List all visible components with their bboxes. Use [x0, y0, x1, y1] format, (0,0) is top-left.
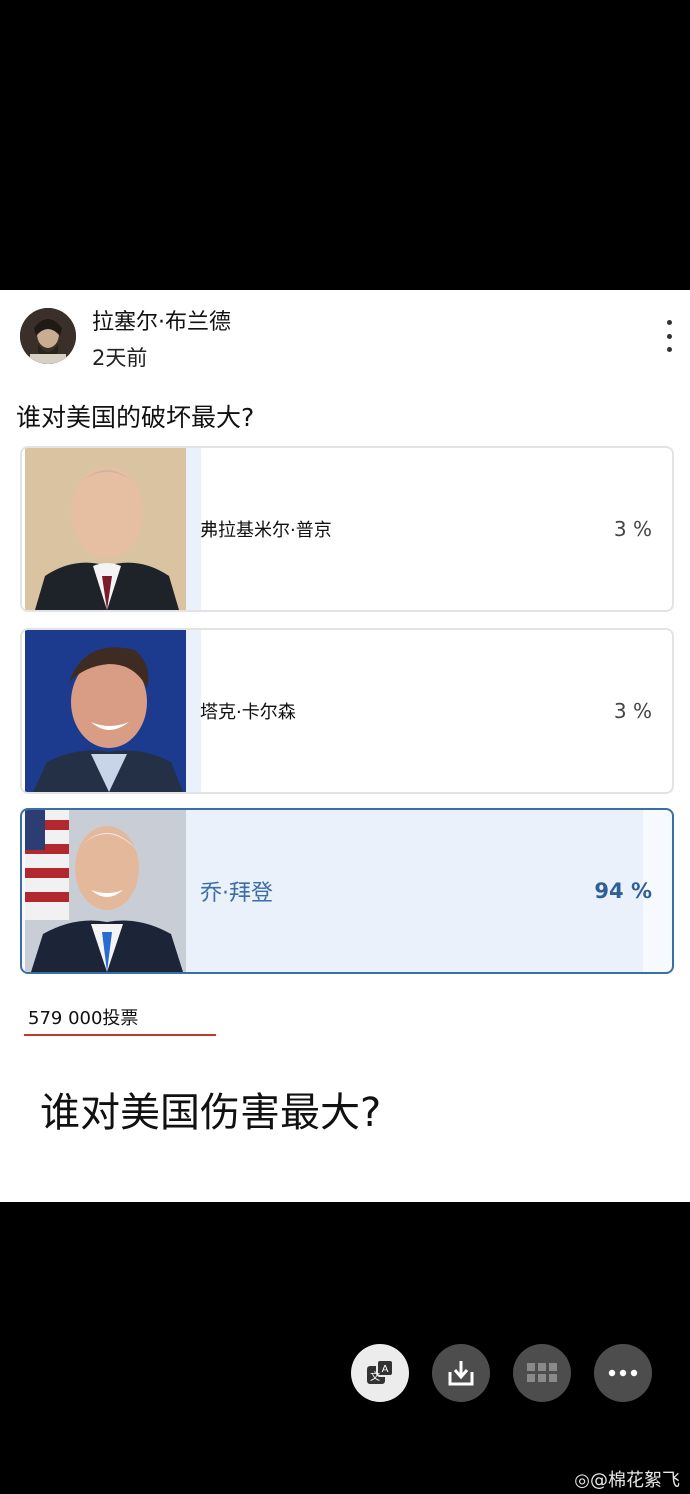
translate-icon: A 文 — [367, 1359, 394, 1384]
option-photo-carlson — [25, 630, 186, 792]
svg-text:文: 文 — [370, 1370, 380, 1383]
poll-option-biden[interactable]: 乔·拜登 94 % — [20, 808, 674, 974]
vote-count: 579 000投票 — [28, 1008, 139, 1029]
option-percent: 3 % — [613, 699, 652, 723]
grid-icon — [527, 1363, 557, 1382]
option-percent: 3 % — [613, 517, 652, 541]
option-photo-biden — [25, 810, 186, 972]
poll-card: 拉塞尔·布兰德 2天前 谁对美国的破坏最大? 弗拉基米尔·普京 3 % 塔克·卡… — [0, 290, 690, 1202]
svg-text:A: A — [382, 1364, 389, 1375]
poll-option-carlson[interactable]: 塔克·卡尔森 3 % — [20, 628, 674, 794]
option-fill-bar — [186, 448, 201, 610]
caption-text: 谁对美国伤害最大? — [40, 1090, 382, 1136]
option-name: 塔克·卡尔森 — [200, 702, 296, 723]
avatar[interactable] — [20, 308, 76, 364]
download-icon — [448, 1361, 474, 1386]
vote-count-underline — [24, 1034, 216, 1036]
post-time: 2天前 — [92, 346, 148, 370]
translate-button[interactable]: A 文 — [351, 1344, 409, 1402]
download-button[interactable] — [432, 1344, 490, 1402]
option-name: 乔·拜登 — [200, 881, 273, 906]
more-button[interactable] — [594, 1344, 652, 1402]
author-name[interactable]: 拉塞尔·布兰德 — [92, 304, 231, 336]
more-icon — [608, 1369, 638, 1377]
weibo-logo-icon: ◎ — [574, 1470, 590, 1491]
grid-button[interactable] — [513, 1344, 571, 1402]
more-options-icon[interactable] — [662, 320, 676, 352]
poll-option-putin[interactable]: 弗拉基米尔·普京 3 % — [20, 446, 674, 612]
option-name: 弗拉基米尔·普京 — [200, 520, 332, 541]
watermark: ◎@棉花絮飞 — [574, 1466, 680, 1492]
option-photo-putin — [25, 448, 186, 610]
watermark-text: @棉花絮飞 — [590, 1470, 680, 1491]
option-percent: 94 % — [594, 879, 652, 903]
option-fill-bar — [186, 630, 201, 792]
poll-question: 谁对美国的破坏最大? — [16, 403, 255, 432]
